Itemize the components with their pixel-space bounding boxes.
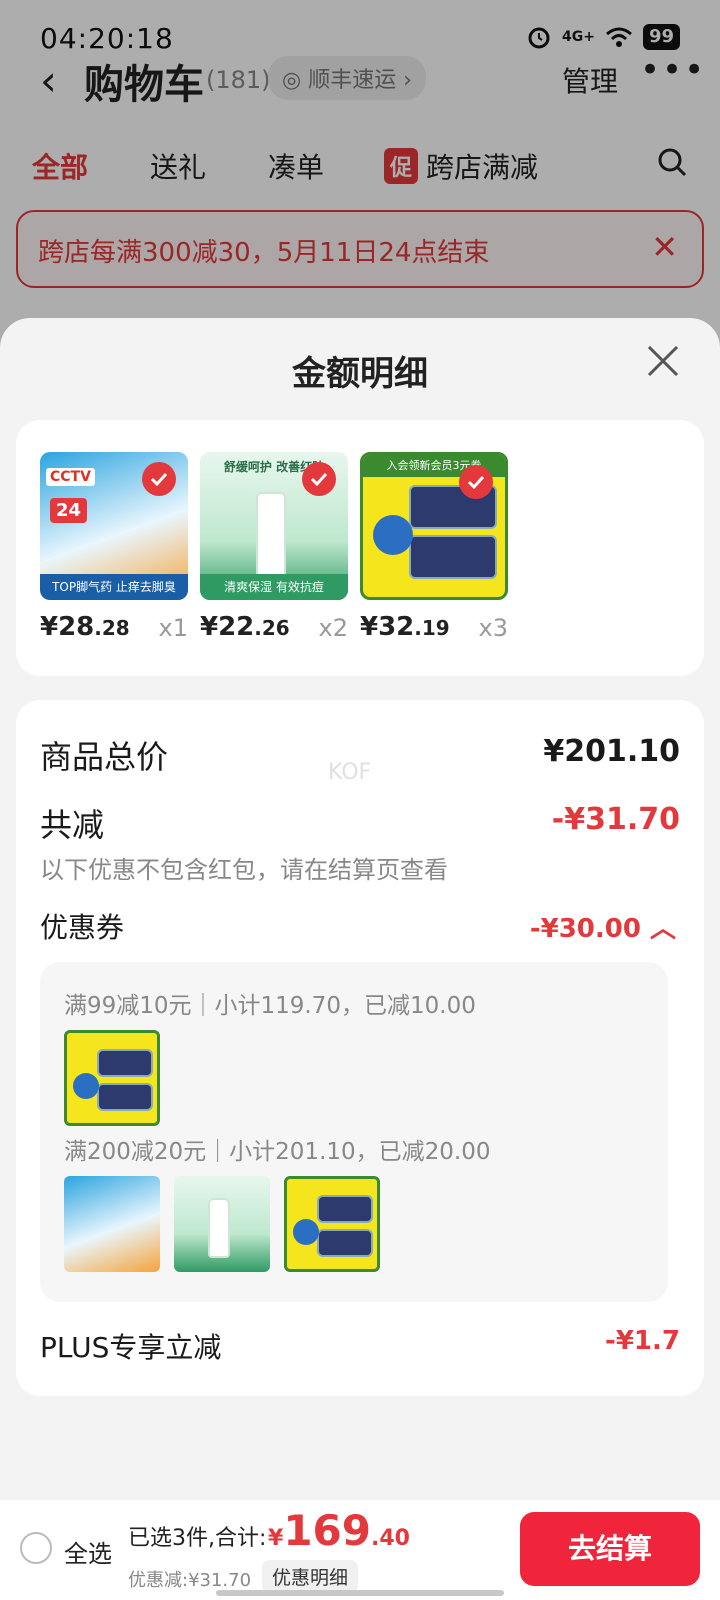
plus-value: -¥1.7 [605, 1326, 680, 1356]
total-value: ¥201.10 [543, 734, 680, 769]
coupon-detail-box: 满99减10元｜小计119.70，已减10.00 满200减20元｜小计201.… [40, 962, 668, 1302]
berry-disc [73, 1073, 99, 1099]
berry-disc [293, 1219, 319, 1245]
product-qty: x2 [318, 614, 348, 642]
app-background: 04:20:18 4G+ 99 ‹ 购物车 (181) ◎ 顺丰速运 › 管理 … [0, 0, 720, 1600]
coupon-rule-1: 满99减10元｜小计119.70，已减10.00 [64, 993, 476, 1019]
sheet-title: 金额明细 [292, 354, 428, 394]
product-image: 入会领新会员3元券 [360, 452, 508, 600]
amount-detail-sheet: 金额明细 CCTV 24 TOP脚气药 止痒去脚臭 ¥28.28 x1 舒缓呵护… [0, 318, 720, 1600]
discount-text: 优惠减:¥31.70 [128, 1570, 252, 1591]
coupon-product-thumb [174, 1176, 270, 1272]
product-qty: x1 [158, 614, 188, 642]
coupon-product-thumb [64, 1030, 160, 1126]
plus-label: PLUS专享立减 [40, 1331, 222, 1364]
berry-box [317, 1195, 373, 1223]
close-icon[interactable] [646, 344, 680, 382]
coupon-value-toggle[interactable]: -¥30.00 ︿ [530, 908, 676, 945]
berry-disc [373, 515, 413, 555]
product-item[interactable]: 入会领新会员3元券 ¥32.19 x3 [360, 452, 508, 642]
product-qty: x3 [478, 614, 508, 642]
bottle-shape [256, 492, 286, 582]
check-icon [302, 462, 336, 496]
watermark: KOF [328, 760, 372, 785]
coupon-product-thumb [284, 1176, 380, 1272]
product-band-text: TOP脚气药 止痒去脚臭 [40, 574, 188, 600]
selected-count: 已选3件,合计: [128, 1526, 267, 1551]
berry-box [409, 535, 497, 579]
total-label: 商品总价 [40, 738, 169, 776]
total-amount: ¥169.40 [268, 1506, 410, 1555]
product-item[interactable]: 舒缓呵护 改善红肿 清爽保湿 有效抗痘 ¥22.26 x2 [200, 452, 348, 642]
product-item[interactable]: CCTV 24 TOP脚气药 止痒去脚臭 ¥28.28 x1 [40, 452, 188, 642]
product-list-card: CCTV 24 TOP脚气药 止痒去脚臭 ¥28.28 x1 舒缓呵护 改善红肿… [16, 420, 704, 676]
select-all-label[interactable]: 全选 [64, 1534, 112, 1569]
coupon-label: 优惠券 [40, 911, 125, 944]
product-price: ¥32.19 [360, 612, 450, 642]
discount-detail-button[interactable]: 优惠明细 [262, 1560, 359, 1593]
check-icon [459, 465, 493, 499]
product-tag-text: 24 [50, 498, 88, 523]
product-image: 舒缓呵护 改善红肿 清爽保湿 有效抗痘 [200, 452, 348, 600]
product-price: ¥22.26 [200, 612, 290, 642]
home-indicator[interactable] [216, 1590, 504, 1596]
product-brand-text: CCTV [46, 468, 95, 486]
product-price: ¥28.28 [40, 612, 130, 642]
berry-box [97, 1083, 153, 1111]
coupon-product-thumb [64, 1176, 160, 1272]
berry-box [97, 1049, 153, 1077]
checkout-button[interactable]: 去结算 [520, 1512, 700, 1586]
coupon-rule-2: 满200减20元｜小计201.10，已减20.00 [64, 1139, 491, 1165]
check-icon [142, 462, 176, 496]
reduce-label: 共减 [40, 806, 105, 844]
select-all-radio[interactable] [20, 1532, 52, 1564]
bottle-shape [208, 1198, 230, 1258]
checkout-bar: 全选 已选3件,合计: ¥169.40 优惠减:¥31.70 优惠明细 去结算 [0, 1500, 720, 1600]
product-image: CCTV 24 TOP脚气药 止痒去脚臭 [40, 452, 188, 600]
price-summary-card: 商品总价 ¥201.10 KOF 共减 -¥31.70 以下优惠不包含红包，请在… [16, 700, 704, 1396]
berry-box [317, 1229, 373, 1257]
reduce-note: 以下优惠不包含红包，请在结算页查看 [40, 856, 448, 884]
reduce-value: -¥31.70 [551, 802, 680, 837]
product-band-text: 清爽保湿 有效抗痘 [200, 574, 348, 600]
